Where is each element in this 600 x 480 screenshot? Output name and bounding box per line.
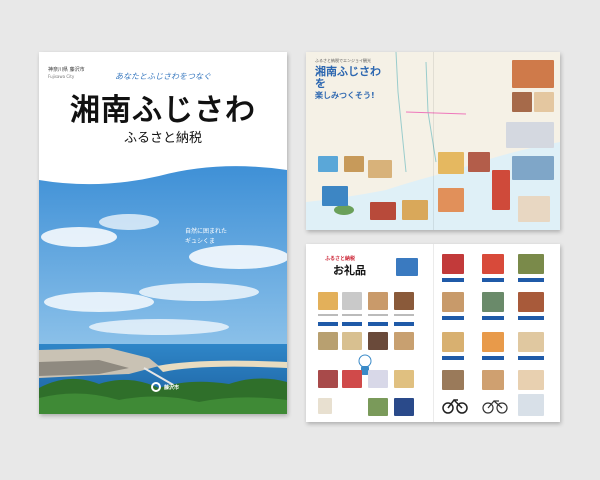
gift-item-price [518, 356, 544, 360]
gift-item-image [368, 332, 388, 350]
map-header-subtitle: 楽しみつくそう! [315, 91, 375, 101]
map-tile [518, 196, 550, 222]
gift-item-image [342, 332, 362, 350]
spread-fold [433, 52, 434, 230]
map-header-tag: ふるさと納税でエンジョイ観光 [315, 58, 371, 63]
gift-item-price [318, 322, 338, 326]
gift-item-image [342, 370, 362, 388]
ebike-icon [442, 398, 468, 414]
gift-item-image [518, 370, 544, 390]
gift-item-image [518, 292, 544, 312]
gift-item-price [368, 322, 388, 326]
gift-item-image [442, 370, 464, 390]
gift-item-price [442, 316, 464, 320]
gift-item-image [368, 292, 388, 310]
photo-caption-line-1: 自然に囲まれた [185, 228, 228, 235]
city-logo: 藤沢市 [151, 382, 179, 392]
map-tile [322, 186, 348, 206]
map-tile [344, 156, 364, 172]
gift-item-caption [342, 314, 362, 316]
spread-fold [433, 244, 434, 422]
gift-item-image [394, 332, 414, 350]
gift-item-price [518, 278, 544, 282]
gift-item-image [368, 398, 388, 416]
gift-item-price [442, 356, 464, 360]
map-tile [534, 92, 554, 112]
gift-item-caption [318, 314, 338, 316]
cover-tagline: あなたとふじさわをつなぐ [115, 72, 211, 81]
city-emblem-icon [151, 382, 161, 392]
gift-item-image [442, 254, 464, 274]
map-header-title: 湘南ふじさわを [315, 65, 381, 91]
map-tile [438, 188, 464, 212]
gift-section-title-text: お礼品 [333, 264, 366, 277]
gift-item-price [442, 278, 464, 282]
gift-item-image [318, 370, 338, 388]
gift-item-image [518, 394, 544, 416]
map-spread: ふるさと納税でエンジョイ観光 湘南ふじさわを 楽しみつくそう! [306, 52, 560, 230]
gift-item-image [518, 332, 544, 352]
gift-item-price [518, 316, 544, 320]
cover-subtitle: ふるさと納税 [123, 131, 202, 146]
photo-caption-line-2: ギュシくま [185, 238, 216, 246]
coastal-photo [39, 162, 287, 414]
map-tile [492, 170, 510, 210]
photo-caption: 自然に囲まれた ギュシくま [185, 227, 227, 247]
map-header: ふるさと納税でエンジョイ観光 湘南ふじさわを 楽しみつくそう! [315, 58, 385, 101]
gift-item-image [442, 332, 464, 352]
map-tile [318, 156, 338, 172]
gift-item-image [482, 370, 504, 390]
map-tile [512, 156, 554, 180]
gift-item-image [368, 370, 388, 388]
gift-item-caption [368, 314, 388, 316]
map-tile [512, 92, 532, 112]
gift-item-price [394, 322, 414, 326]
gift-item-price [482, 278, 504, 282]
city-logo-text: 藤沢市 [164, 384, 180, 391]
bicycle-icon [482, 400, 508, 414]
gift-item-image [396, 258, 418, 276]
gift-section-title: ふるさと納税 お礼品 [325, 256, 366, 278]
gift-item-image [482, 254, 504, 274]
gift-section-deco: ふるさと納税 [325, 256, 356, 262]
gift-item-image [482, 332, 504, 352]
gift-item-caption [394, 314, 414, 316]
gift-item-image [394, 398, 414, 416]
map-tile [468, 152, 490, 172]
map-tile [438, 152, 464, 174]
brochure-cover: 神奈川県 藤沢市 Fujisawa City あなたとふじさわをつなぐ 湘南ふじ… [39, 52, 287, 414]
gift-item-price [482, 316, 504, 320]
gift-item-image [482, 292, 504, 312]
map-tile [368, 160, 392, 178]
gift-item-image [318, 292, 338, 310]
map-tile [402, 200, 428, 220]
cover-title: 湘南ふじさわ [70, 93, 256, 128]
gift-item-image [518, 254, 544, 274]
gift-item-price [342, 322, 362, 326]
gift-item-image [394, 370, 414, 388]
gift-item-image [394, 292, 414, 310]
gift-item-image [342, 292, 362, 310]
gift-item-image [442, 292, 464, 312]
gift-item-price [482, 356, 504, 360]
gift-item-image [318, 332, 338, 350]
gift-item-image [318, 398, 332, 414]
map-tile [506, 122, 554, 148]
map-tile [512, 60, 554, 88]
map-tile [370, 202, 396, 220]
gift-spread: ふるさと納税 お礼品 [306, 244, 560, 422]
